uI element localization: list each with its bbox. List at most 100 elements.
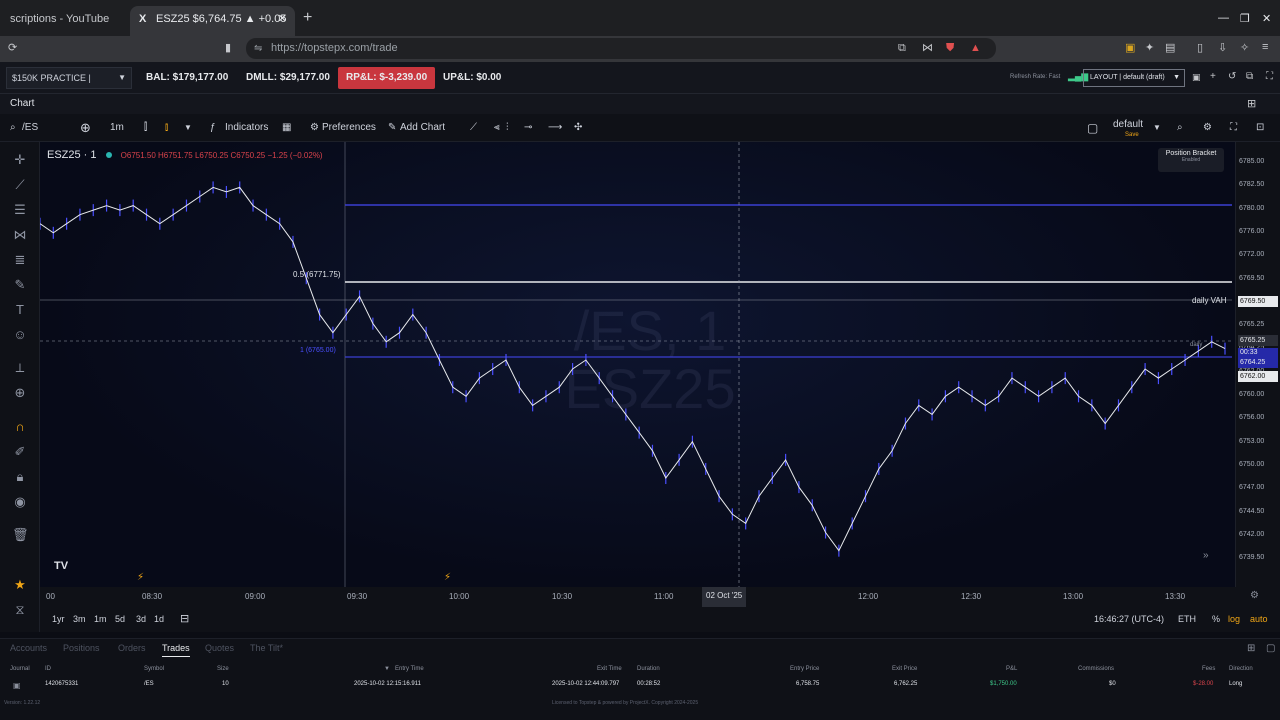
col-size[interactable]: Size bbox=[217, 666, 229, 672]
trash-icon[interactable]: 🗑︎ bbox=[12, 527, 29, 543]
tab-orders[interactable]: Orders bbox=[118, 643, 146, 653]
range-5d[interactable]: 5d bbox=[115, 607, 125, 632]
pencil-lock-icon[interactable]: ✐ bbox=[12, 444, 28, 460]
col-entry-price[interactable]: Entry Price bbox=[790, 666, 819, 672]
ray-tool-icon[interactable]: ⟶ bbox=[548, 114, 562, 142]
zoom-icon[interactable]: ⌕ bbox=[1177, 114, 1183, 142]
preferences-button[interactable]: Preferences bbox=[322, 114, 376, 142]
col-exit-price[interactable]: Exit Price bbox=[892, 666, 917, 672]
compare-icon[interactable]: ⊕ bbox=[80, 114, 91, 142]
range-3d[interactable]: 3d bbox=[136, 607, 146, 632]
journal-icon[interactable]: ▣ bbox=[13, 681, 21, 690]
brave-rewards-icon[interactable]: ▲ bbox=[970, 38, 981, 59]
event-marker-icon[interactable]: ⚡ bbox=[137, 572, 144, 583]
extension-folder-icon[interactable]: ▣ bbox=[1125, 41, 1135, 54]
browser-tab-youtube[interactable]: scriptions - YouTube bbox=[0, 6, 120, 36]
settings-gear-icon[interactable]: ⚙ bbox=[1203, 114, 1212, 142]
time-axis[interactable]: 00 08:30 09:00 09:30 10:00 10:30 11:00 12:00 12:… bbox=[40, 587, 1280, 607]
line-tool-icon[interactable]: ⟋ bbox=[12, 177, 28, 193]
symbol-input[interactable]: /ES bbox=[22, 114, 38, 142]
price-chart[interactable]: /ES, 1 ESZ25 ESZ25 · 1 O6751.50 H6751.75… bbox=[40, 142, 1235, 587]
account-selector[interactable]: $150K PRACTICE | PRACTIC... ▼ bbox=[6, 67, 132, 103]
session-toggle[interactable]: ETH bbox=[1178, 607, 1196, 632]
favorites-star-icon[interactable]: ★ bbox=[12, 577, 28, 593]
site-info-icon[interactable]: ⇋ bbox=[254, 38, 262, 59]
bookmark-icon[interactable]: ▮ bbox=[225, 41, 231, 54]
share-icon[interactable]: ⋈ bbox=[922, 38, 933, 59]
expand-panel-icon[interactable]: ▢ bbox=[1266, 643, 1275, 654]
add-panel-icon[interactable]: ⊞ bbox=[1247, 643, 1255, 654]
ruler-icon[interactable]: ⟂ bbox=[12, 360, 28, 376]
camera-icon[interactable]: ⊡ bbox=[1256, 114, 1264, 142]
sidebar-icon[interactable]: ▯ bbox=[1197, 41, 1203, 54]
template-save[interactable]: Save bbox=[1125, 127, 1139, 143]
add-chart-button[interactable]: Add Chart bbox=[400, 114, 445, 142]
add-layout-icon[interactable]: + bbox=[1210, 71, 1216, 82]
menu-icon[interactable]: ≡ bbox=[1262, 41, 1268, 53]
tab-quotes[interactable]: Quotes bbox=[205, 643, 234, 653]
fork-tool-icon[interactable]: ⫷ bbox=[494, 114, 500, 142]
brave-shield-icon[interactable]: ⛊ bbox=[946, 38, 954, 59]
popout-icon[interactable]: ⧉ bbox=[1246, 71, 1253, 82]
maximize-icon[interactable]: ❐ bbox=[1240, 12, 1250, 25]
col-pnl[interactable]: P&L bbox=[1006, 666, 1017, 672]
pattern-tool-icon[interactable]: ⋈ bbox=[12, 227, 28, 243]
scroll-to-realtime-icon[interactable]: » bbox=[1203, 550, 1209, 561]
hlines-tool-icon[interactable]: ☰ bbox=[12, 202, 28, 218]
auto-toggle[interactable]: auto bbox=[1250, 607, 1268, 632]
zoom-in-icon[interactable]: ⊕ bbox=[12, 385, 28, 401]
percent-toggle[interactable]: % bbox=[1212, 607, 1220, 632]
price-axis[interactable]: 6785.00 6782.50 6780.00 6776.00 6772.00 6769.… bbox=[1235, 142, 1280, 587]
event-marker-icon[interactable]: ⚡ bbox=[444, 572, 451, 583]
hline-tool-icon[interactable]: ⊸ bbox=[524, 114, 532, 142]
wallet-icon[interactable]: ▤ bbox=[1165, 41, 1175, 54]
position-bracket-badge[interactable]: Position Bracket Enabled bbox=[1158, 148, 1224, 172]
log-toggle[interactable]: log bbox=[1228, 607, 1240, 632]
range-1m[interactable]: 1m bbox=[94, 607, 107, 632]
tab-the-tilt[interactable]: The Tilt* bbox=[250, 643, 283, 653]
layout-selector[interactable]: LAYOUT | default (draft) ▼ bbox=[1083, 69, 1185, 87]
downloads-icon[interactable]: ⇩ bbox=[1218, 41, 1227, 54]
chevron-down-icon[interactable]: ▼ bbox=[1153, 114, 1161, 142]
lock-icon[interactable]: 🔒︎ bbox=[12, 469, 28, 485]
save-layout-icon[interactable]: ▣ bbox=[1192, 72, 1201, 83]
chevron-down-icon[interactable]: ▼ bbox=[184, 114, 192, 142]
col-symbol[interactable]: Symbol bbox=[144, 666, 164, 672]
reset-layout-icon[interactable]: ↺ bbox=[1228, 71, 1236, 82]
fib-tool-icon[interactable]: ≣ bbox=[12, 252, 28, 268]
brush-tool-icon[interactable]: ✎ bbox=[12, 277, 28, 293]
col-entry-time[interactable]: Entry Time bbox=[395, 666, 424, 672]
col-exit-time[interactable]: Exit Time bbox=[597, 666, 622, 672]
sort-down-icon[interactable]: ▼ bbox=[384, 666, 390, 672]
col-id[interactable]: ID bbox=[45, 666, 51, 672]
indicators-button[interactable]: Indicators bbox=[225, 114, 268, 142]
tab-trades[interactable]: Trades bbox=[162, 643, 190, 657]
range-1yr[interactable]: 1yr bbox=[52, 607, 65, 632]
tab-accounts[interactable]: Accounts bbox=[10, 643, 47, 653]
leo-icon[interactable]: ✧ bbox=[1240, 41, 1249, 54]
close-window-icon[interactable]: ✕ bbox=[1262, 12, 1271, 25]
text-tool-icon[interactable]: T bbox=[12, 302, 28, 317]
add-panel-icon[interactable]: ⊞ bbox=[1247, 94, 1256, 114]
magnet-icon[interactable]: ∩ bbox=[12, 419, 28, 434]
eye-icon[interactable]: ◉ bbox=[12, 494, 28, 510]
reload-icon[interactable]: ⟳ bbox=[8, 41, 17, 54]
range-1d[interactable]: 1d bbox=[154, 607, 164, 632]
minimize-icon[interactable]: — bbox=[1218, 12, 1229, 24]
date-range-icon[interactable]: ⊟ bbox=[180, 607, 189, 632]
url-field[interactable]: ⇋ https://topstepx.com/trade ⧉ ⋈ ⛊ ▲ bbox=[246, 38, 996, 59]
col-journal[interactable]: Journal bbox=[10, 666, 30, 672]
templates-icon[interactable]: ▦ bbox=[282, 114, 291, 142]
col-duration[interactable]: Duration bbox=[637, 666, 660, 672]
col-direction[interactable]: Direction bbox=[1229, 666, 1253, 672]
symbol-search-icon[interactable]: ⌕ bbox=[10, 114, 16, 142]
bar-style-icon[interactable]: ⫿ bbox=[144, 114, 147, 142]
axis-settings-icon[interactable]: ⚙ bbox=[1250, 590, 1259, 601]
close-tab-icon[interactable]: ✕ bbox=[278, 6, 287, 32]
col-fees[interactable]: Fees bbox=[1202, 666, 1215, 672]
fullscreen-icon[interactable]: ⛶ bbox=[1230, 114, 1237, 142]
browser-tab-topstep[interactable]: X ESZ25 $6,764.75 ▲ +0.05 ✕ bbox=[130, 6, 295, 36]
chart-canvas[interactable] bbox=[40, 142, 1235, 587]
crosshair-icon[interactable]: ✛ bbox=[12, 152, 28, 168]
col-commissions[interactable]: Commissions bbox=[1078, 666, 1114, 672]
